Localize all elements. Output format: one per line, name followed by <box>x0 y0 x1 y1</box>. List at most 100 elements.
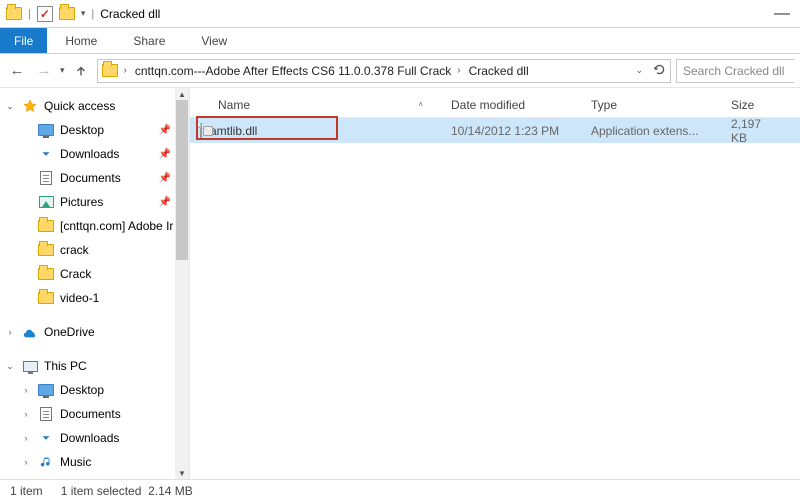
chevron-right-icon[interactable]: › <box>20 457 32 467</box>
sidebar-item-desktop[interactable]: Desktop📌 <box>0 118 189 142</box>
sidebar-item-label: Documents <box>60 171 121 185</box>
breadcrumb[interactable]: Cracked dll <box>469 64 529 78</box>
dll-file-icon <box>200 123 202 139</box>
sidebar-item-desktop[interactable]: › Desktop <box>0 378 189 402</box>
column-label: Date modified <box>451 98 525 112</box>
quick-access-toolbar-icon[interactable]: ✓ <box>37 6 53 22</box>
file-list-pane: Name ˄ Date modified Type Size amtlib.dll… <box>190 88 800 479</box>
downloads-icon <box>38 146 54 162</box>
minimize-button[interactable]: — <box>774 5 800 23</box>
column-size[interactable]: Size <box>721 98 800 112</box>
sidebar-item-music[interactable]: › Music <box>0 450 189 474</box>
navigation-pane: ⌄ Quick access Desktop📌 Downloads📌 Docum… <box>0 88 190 479</box>
folder-icon <box>38 292 54 304</box>
sidebar-item-label: Downloads <box>60 147 119 161</box>
chevron-right-icon[interactable]: › <box>122 65 129 76</box>
file-tab[interactable]: File <box>0 28 47 53</box>
scroll-down-button[interactable]: ▼ <box>175 467 189 479</box>
back-button[interactable]: ← <box>6 60 28 82</box>
tab-share[interactable]: Share <box>115 28 183 53</box>
file-size: 2,197 KB <box>731 117 778 145</box>
sidebar-item-label: Documents <box>60 407 121 421</box>
file-name: amtlib.dll <box>210 124 257 138</box>
column-label: Size <box>731 98 754 112</box>
sidebar-item-folder[interactable]: Crack <box>0 262 189 286</box>
history-dropdown-icon[interactable]: ▾ <box>60 65 65 76</box>
sidebar-item-label: crack <box>60 243 89 257</box>
sidebar-label: Quick access <box>44 99 115 113</box>
chevron-right-icon[interactable]: › <box>455 65 462 76</box>
column-label: Name <box>218 98 250 112</box>
column-date[interactable]: Date modified <box>441 98 581 112</box>
sidebar-this-pc[interactable]: ⌄ This PC <box>0 354 189 378</box>
status-item-count: 1 item <box>10 484 43 498</box>
breadcrumb-label: Cracked dll <box>469 64 529 78</box>
sidebar-item-label: Desktop <box>60 123 104 137</box>
breadcrumb-label: cnttqn.com---Adobe After Effects CS6 11.… <box>135 64 451 78</box>
refresh-button[interactable] <box>653 63 666 79</box>
up-button[interactable] <box>70 60 92 82</box>
folder-icon <box>38 220 54 232</box>
forward-button[interactable]: → <box>33 60 55 82</box>
sidebar-label: OneDrive <box>44 325 95 339</box>
sidebar-item-label: Crack <box>60 267 91 281</box>
sort-indicator-icon: ˄ <box>418 100 441 109</box>
titlebar-folder-icon <box>6 7 22 20</box>
sidebar-item-label: video-1 <box>60 291 99 305</box>
chevron-right-icon[interactable]: › <box>20 385 32 395</box>
desktop-icon <box>38 124 54 136</box>
column-name[interactable]: Name ˄ <box>190 98 441 112</box>
file-row[interactable]: amtlib.dll 10/14/2012 1:23 PM Applicatio… <box>190 118 800 143</box>
tab-home[interactable]: Home <box>47 28 115 53</box>
music-icon <box>38 454 54 470</box>
column-type[interactable]: Type <box>581 98 721 112</box>
folder-icon <box>38 268 54 280</box>
sidebar-item-downloads[interactable]: Downloads📌 <box>0 142 189 166</box>
sidebar-onedrive[interactable]: › OneDrive <box>0 320 189 344</box>
sidebar-item-downloads[interactable]: › Downloads <box>0 426 189 450</box>
sidebar-item-documents[interactable]: › Documents <box>0 402 189 426</box>
chevron-right-icon[interactable]: › <box>20 433 32 443</box>
documents-icon <box>40 171 52 185</box>
folder-icon <box>102 64 118 77</box>
sidebar-item-label: Desktop <box>60 383 104 397</box>
qat-dropdown-icon[interactable]: ▾ <box>81 8 86 19</box>
scrollbar-thumb[interactable] <box>176 100 188 260</box>
chevron-down-icon[interactable]: ⌄ <box>4 101 16 112</box>
breadcrumb[interactable]: cnttqn.com---Adobe After Effects CS6 11.… <box>135 64 463 78</box>
separator: | <box>28 8 31 20</box>
cloud-icon <box>22 324 38 340</box>
folder-icon <box>38 244 54 256</box>
file-date: 10/14/2012 1:23 PM <box>451 124 559 138</box>
sidebar-item-folder[interactable]: crack <box>0 238 189 262</box>
status-bar: 1 item 1 item selected 2.14 MB <box>0 479 800 501</box>
sidebar-quick-access[interactable]: ⌄ Quick access <box>0 94 189 118</box>
chevron-right-icon[interactable]: › <box>20 409 32 419</box>
sidebar-item-pictures[interactable]: Pictures📌 <box>0 190 189 214</box>
star-icon <box>22 98 38 114</box>
window-title: Cracked dll <box>94 7 160 21</box>
sidebar-item-folder[interactable]: video-1 <box>0 286 189 310</box>
tab-view[interactable]: View <box>183 28 245 53</box>
scroll-up-button[interactable]: ▲ <box>175 88 189 100</box>
file-type: Application extens... <box>591 124 698 138</box>
sidebar-item-label: Music <box>60 455 91 469</box>
column-headers: Name ˄ Date modified Type Size <box>190 92 800 118</box>
column-label: Type <box>591 98 617 112</box>
sidebar-item-label: Pictures <box>60 195 103 209</box>
downloads-icon <box>38 430 54 446</box>
pc-icon <box>23 361 38 372</box>
sidebar-item-label: [cnttqn.com] Adobe Ir <box>60 219 173 233</box>
sidebar-label: This PC <box>44 359 87 373</box>
chevron-right-icon[interactable]: › <box>4 327 16 337</box>
search-input[interactable]: Search Cracked dll <box>676 59 794 83</box>
chevron-down-icon[interactable]: ⌄ <box>4 361 16 372</box>
address-bar[interactable]: › cnttqn.com---Adobe After Effects CS6 1… <box>97 59 671 83</box>
sidebar-item-label: Downloads <box>60 431 119 445</box>
title-bar: | ✓ ▾ | Cracked dll — <box>0 0 800 28</box>
address-dropdown-icon[interactable]: ⌄ <box>635 65 643 76</box>
sidebar-item-documents[interactable]: Documents📌 <box>0 166 189 190</box>
navigation-bar: ← → ▾ › cnttqn.com---Adobe After Effects… <box>0 54 800 88</box>
desktop-icon <box>38 384 54 396</box>
sidebar-item-folder[interactable]: [cnttqn.com] Adobe Ir <box>0 214 189 238</box>
